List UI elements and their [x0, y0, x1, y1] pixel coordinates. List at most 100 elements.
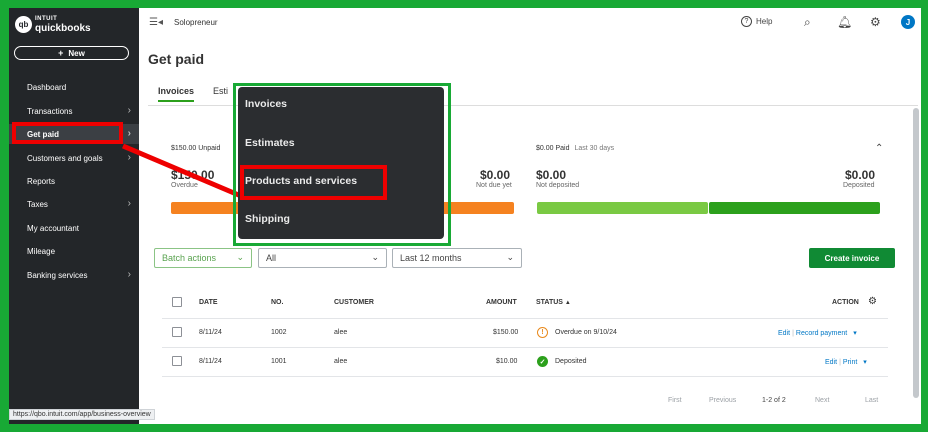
not-due-amount: $0.00	[480, 168, 511, 182]
deposited-bar[interactable]	[709, 202, 880, 214]
app-window: qb INTUIT quickbooks + New Dashboard Tra…	[9, 8, 921, 424]
status-filter-dropdown[interactable]: All ⌄	[258, 248, 387, 268]
row-amount: $150.00	[493, 329, 519, 336]
gear-icon[interactable]: ⚙	[870, 15, 881, 29]
batch-actions-dropdown[interactable]: Batch actions ⌄	[154, 248, 252, 268]
help-label: Help	[756, 17, 773, 26]
products-and-services-highlight	[240, 165, 387, 200]
sidebar-item-taxes[interactable]: Taxes ›	[9, 194, 139, 214]
row-amount: $10.00	[496, 358, 518, 365]
tab-invoices[interactable]: Invoices	[158, 86, 195, 102]
pager-last[interactable]: Last	[865, 397, 878, 404]
unpaid-summary-label: $150.00 Unpaid	[171, 145, 221, 152]
chevron-right-icon: ›	[127, 128, 131, 139]
not-deposited-amount: $0.00	[536, 168, 567, 182]
print-link[interactable]: Print	[843, 359, 857, 366]
pager-next[interactable]: Next	[815, 397, 829, 404]
caret-down-icon[interactable]: ▾	[853, 330, 857, 337]
column-date[interactable]: DATE	[199, 299, 218, 306]
date-filter-dropdown[interactable]: Last 12 months ⌄	[392, 248, 522, 268]
chevron-right-icon: ›	[127, 105, 131, 116]
not-due-label: Not due yet	[476, 182, 512, 189]
sidebar-item-dashboard[interactable]: Dashboard	[9, 77, 139, 97]
avatar[interactable]: J	[901, 15, 915, 29]
menu-item-invoices[interactable]: Invoices	[245, 98, 287, 110]
select-all-checkbox[interactable]	[172, 297, 182, 307]
column-no[interactable]: NO.	[271, 299, 283, 306]
sidebar-item-customers-and-goals[interactable]: Customers and goals ›	[9, 148, 139, 168]
checkmark-icon: ✓	[537, 356, 548, 367]
menu-item-shipping[interactable]: Shipping	[245, 213, 290, 225]
quickbooks-logo[interactable]: qb INTUIT quickbooks	[15, 15, 91, 34]
sidebar: qb INTUIT quickbooks + New Dashboard Tra…	[9, 8, 139, 424]
company-name: Solopreneur	[174, 18, 218, 27]
paid-summary-label: $0.00 Paid Last 30 days	[536, 145, 615, 152]
column-action: ACTION	[832, 299, 859, 306]
row-status: Overdue on 9/10/24	[555, 329, 617, 336]
chevron-down-icon: ⌄	[506, 252, 514, 262]
sidebar-item-reports[interactable]: Reports	[9, 171, 139, 191]
record-payment-link[interactable]: Record payment	[796, 330, 847, 337]
url-tooltip: https://qbo.intuit.com/app/business-over…	[9, 409, 155, 420]
new-button[interactable]: + New	[14, 46, 129, 60]
pager-range: 1-2 of 2	[762, 397, 786, 404]
sidebar-item-banking-services[interactable]: Banking services ›	[9, 265, 139, 285]
row-date: 8/11/24	[199, 329, 222, 336]
row-checkbox[interactable]	[172, 356, 182, 366]
chevron-down-icon: ⌄	[371, 252, 379, 262]
chevron-right-icon: ›	[127, 269, 131, 280]
tab-dropdown-menu: Invoices Estimates Products and services…	[238, 87, 444, 239]
row-status: Deposited	[555, 358, 587, 365]
annotation-arrow	[122, 143, 242, 199]
paid-period: Last 30 days	[574, 145, 615, 152]
column-customer[interactable]: CUSTOMER	[334, 299, 374, 306]
not-deposited-bar[interactable]	[537, 202, 708, 214]
logo-line2: quickbooks	[35, 23, 91, 34]
pager-first[interactable]: First	[668, 397, 682, 404]
new-button-label: New	[68, 48, 85, 58]
scrollbar[interactable]	[913, 108, 919, 398]
plus-icon: +	[58, 48, 64, 58]
help-button[interactable]: ? Help	[741, 16, 772, 27]
menu-collapse-icon[interactable]: ☰◂	[149, 17, 163, 28]
row-customer: alee	[334, 358, 348, 365]
overdue-amount: $150.00	[171, 168, 215, 182]
overdue-label: Overdue	[171, 182, 198, 189]
sidebar-item-mileage[interactable]: Mileage	[9, 241, 139, 261]
sidebar-item-transactions[interactable]: Transactions ›	[9, 101, 139, 121]
chevron-down-icon: ⌄	[236, 252, 244, 262]
pager-previous[interactable]: Previous	[709, 397, 736, 404]
column-amount[interactable]: AMOUNT	[486, 299, 517, 306]
page-title: Get paid	[148, 51, 205, 67]
column-status[interactable]: STATUS ▲	[536, 299, 571, 306]
edit-link[interactable]: Edit	[825, 359, 837, 366]
row-checkbox[interactable]	[172, 327, 182, 337]
not-deposited-label: Not deposited	[536, 182, 580, 189]
help-icon: ?	[741, 16, 752, 27]
warning-icon: !	[537, 327, 548, 338]
row-actions: Edit | Record payment ▾	[778, 330, 857, 337]
sidebar-item-my-accountant[interactable]: My accountant	[9, 218, 139, 238]
row-number: 1002	[271, 329, 287, 336]
row-date: 8/11/24	[199, 358, 222, 365]
deposited-amount: $0.00	[845, 168, 876, 182]
get-paid-highlight	[12, 122, 123, 144]
chevron-right-icon: ›	[127, 198, 131, 209]
search-icon[interactable]: ⌕	[804, 15, 811, 30]
top-bar: ☰◂ Solopreneur ? Help ⌕ 🔔︎ ⚙ J	[139, 8, 921, 38]
create-invoice-button[interactable]: Create invoice	[809, 248, 895, 268]
sort-ascending-icon: ▲	[564, 300, 571, 306]
caret-down-icon[interactable]: ▾	[863, 359, 867, 366]
edit-link[interactable]: Edit	[778, 330, 790, 337]
row-actions: Edit | Print ▾	[825, 359, 867, 366]
qb-logo-icon: qb	[15, 15, 32, 33]
chevron-right-icon: ›	[127, 152, 131, 163]
collapse-summary-icon[interactable]: ⌃	[875, 143, 883, 154]
bell-icon[interactable]: 🔔︎	[837, 15, 852, 29]
table-settings-gear-icon[interactable]: ⚙	[868, 296, 877, 307]
row-number: 1001	[271, 358, 287, 365]
row-customer: alee	[334, 329, 348, 336]
menu-item-estimates[interactable]: Estimates	[245, 137, 295, 149]
tab-estimates[interactable]: Esti	[213, 86, 228, 96]
deposited-label: Deposited	[843, 182, 875, 189]
